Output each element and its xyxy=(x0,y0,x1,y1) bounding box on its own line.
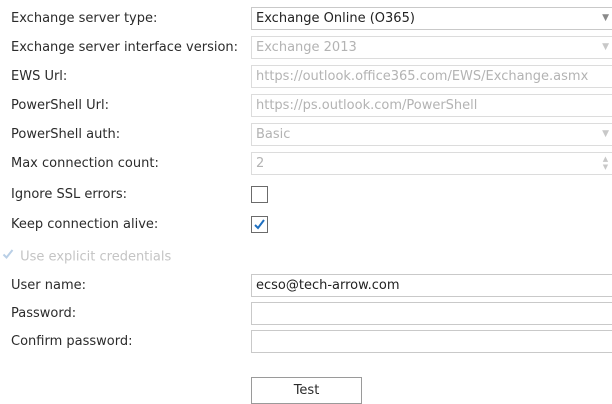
server-type-row: Exchange server type: Exchange Online (O… xyxy=(0,7,612,31)
powershell-url-label: PowerShell Url: xyxy=(11,98,110,113)
ews-url-label: EWS Url: xyxy=(11,69,68,84)
max-connection-stepper[interactable]: 2 ▲ ▼ xyxy=(251,152,612,175)
powershell-auth-row: PowerShell auth: Basic ▼ xyxy=(0,123,612,147)
keep-alive-label: Keep connection alive: xyxy=(11,217,159,232)
max-connection-value: 2 xyxy=(256,156,265,171)
keep-alive-row: Keep connection alive: xyxy=(0,213,612,237)
explicit-credentials-checkbox[interactable]: Use explicit credentials xyxy=(2,247,171,267)
chevron-down-icon: ▼ xyxy=(602,129,609,139)
interface-version-value: Exchange 2013 xyxy=(256,40,357,55)
max-connection-label: Max connection count: xyxy=(11,156,159,171)
password-row: Password: xyxy=(0,302,612,326)
test-button[interactable]: Test xyxy=(251,377,362,404)
user-name-value: ecso@tech-arrow.com xyxy=(256,278,400,293)
server-type-select[interactable]: Exchange Online (O365) ▼ xyxy=(251,7,612,30)
confirm-password-row: Confirm password: xyxy=(0,330,612,354)
confirm-password-field[interactable] xyxy=(251,330,612,353)
chevron-down-icon: ▼ xyxy=(602,13,609,23)
ews-url-field[interactable]: https://outlook.office365.com/EWS/Exchan… xyxy=(251,65,612,88)
spin-arrows-icon[interactable]: ▲ ▼ xyxy=(601,155,610,172)
powershell-auth-value: Basic xyxy=(256,127,291,142)
user-name-field[interactable]: ecso@tech-arrow.com xyxy=(251,274,612,297)
ews-url-value: https://outlook.office365.com/EWS/Exchan… xyxy=(256,69,589,84)
powershell-url-field[interactable]: https://ps.outlook.com/PowerShell xyxy=(251,94,612,117)
explicit-credentials-label: Use explicit credentials xyxy=(20,249,172,265)
checkmark-icon xyxy=(254,219,265,230)
powershell-auth-select[interactable]: Basic ▼ xyxy=(251,123,612,146)
server-type-value: Exchange Online (O365) xyxy=(256,11,415,26)
interface-version-row: Exchange server interface version: Excha… xyxy=(0,36,612,60)
user-name-row: User name: ecso@tech-arrow.com xyxy=(0,274,612,298)
password-label: Password: xyxy=(11,306,77,321)
ignore-ssl-label: Ignore SSL errors: xyxy=(11,187,127,202)
checkmark-icon xyxy=(2,247,16,267)
user-name-label: User name: xyxy=(11,278,87,293)
powershell-auth-label: PowerShell auth: xyxy=(11,127,121,142)
chevron-down-icon: ▼ xyxy=(602,42,609,52)
powershell-url-value: https://ps.outlook.com/PowerShell xyxy=(256,98,478,113)
ignore-ssl-checkbox[interactable] xyxy=(251,186,268,203)
confirm-password-label: Confirm password: xyxy=(11,334,133,349)
server-type-label: Exchange server type: xyxy=(11,11,158,26)
interface-version-select[interactable]: Exchange 2013 ▼ xyxy=(251,36,612,59)
powershell-url-row: PowerShell Url: https://ps.outlook.com/P… xyxy=(0,94,612,118)
interface-version-label: Exchange server interface version: xyxy=(11,40,239,55)
keep-alive-checkbox[interactable] xyxy=(251,216,268,233)
max-connection-row: Max connection count: 2 ▲ ▼ xyxy=(0,152,612,176)
password-field[interactable] xyxy=(251,302,612,325)
ews-url-row: EWS Url: https://outlook.office365.com/E… xyxy=(0,65,612,89)
ignore-ssl-row: Ignore SSL errors: xyxy=(0,183,612,207)
